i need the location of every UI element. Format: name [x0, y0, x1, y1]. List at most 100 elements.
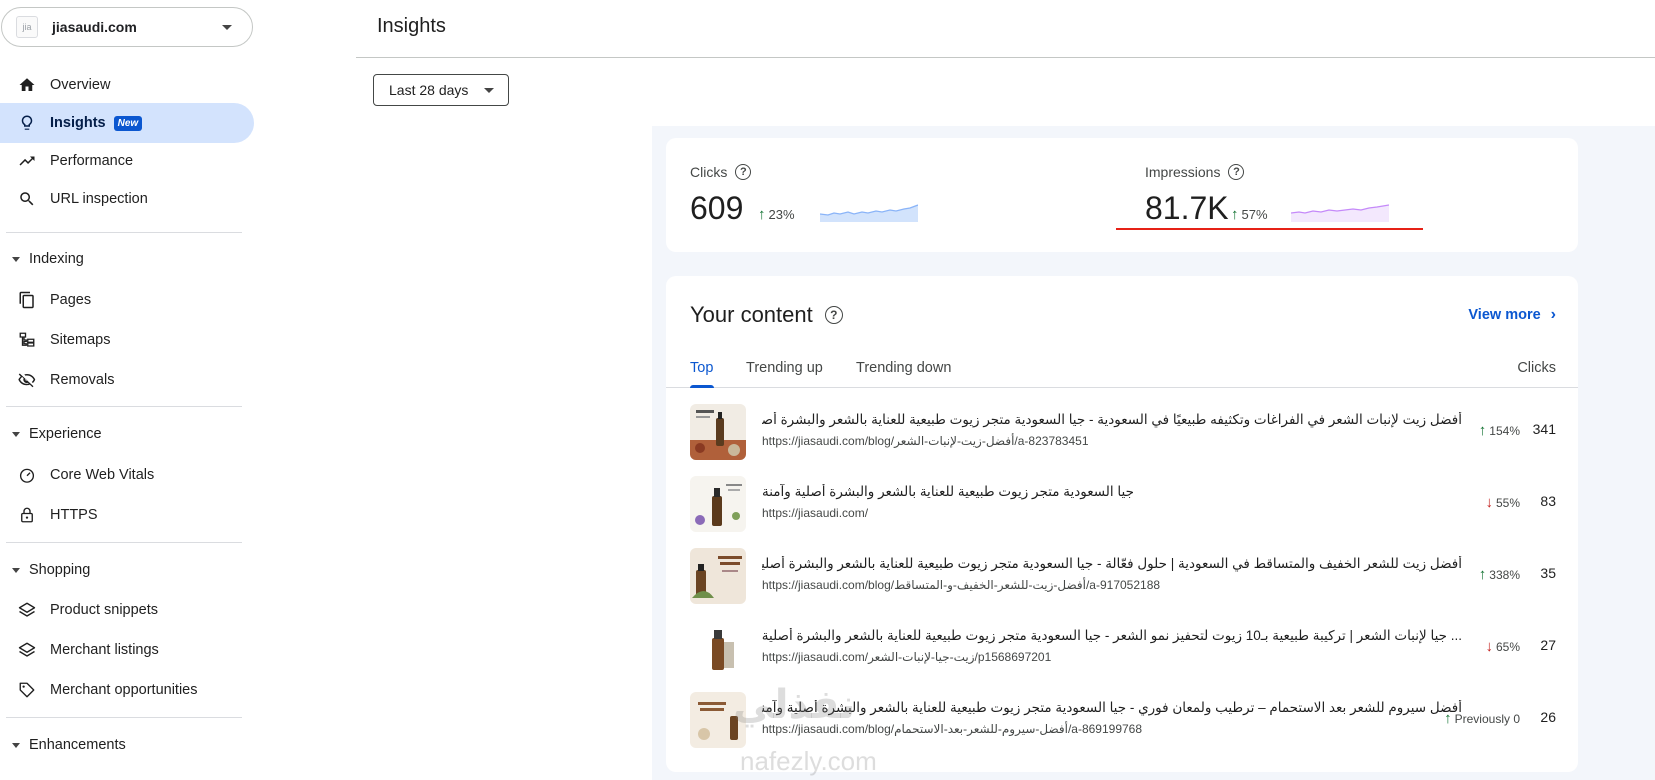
- section-indexing[interactable]: Indexing: [0, 241, 254, 277]
- site-favicon-icon: jia: [16, 16, 38, 38]
- nav-label: Merchant opportunities: [50, 682, 198, 698]
- dropdown-caret-icon: [222, 24, 232, 30]
- sitemap-icon: [17, 330, 37, 350]
- red-annotation-underline: [1116, 228, 1423, 230]
- page-url: https://jiasaudi.com/زيت-جيا-لإنبات-الشع…: [762, 650, 1052, 664]
- tab-trending-down[interactable]: Trending down: [856, 360, 951, 376]
- nav-item-product-snippets[interactable]: Product snippets: [0, 590, 254, 630]
- nav-item-https[interactable]: HTTPS: [0, 495, 254, 535]
- view-more-link[interactable]: View more ›: [1468, 306, 1556, 324]
- new-badge: New: [113, 116, 143, 131]
- page-thumbnail: [690, 548, 746, 604]
- help-icon[interactable]: ?: [735, 164, 752, 180]
- nav-item-removals[interactable]: Removals: [0, 360, 254, 400]
- section-label: Indexing: [29, 251, 84, 267]
- layers-icon: [17, 600, 37, 620]
- nav-item-merchant-listings[interactable]: Merchant listings: [0, 630, 254, 670]
- nav-label: Removals: [50, 372, 115, 388]
- section-experience[interactable]: Experience: [0, 416, 254, 452]
- table-row[interactable]: جيا السعودية متجر زيوت طبيعية للعناية با…: [666, 468, 1578, 540]
- property-selector[interactable]: jia jiasaudi.com: [1, 7, 253, 47]
- section-label: Enhancements: [29, 737, 126, 753]
- help-icon[interactable]: ?: [1228, 164, 1245, 180]
- arrow-down-icon: ↓: [1485, 638, 1493, 655]
- lightbulb-icon: [17, 113, 37, 133]
- watermark-latin: nafezly.com: [740, 746, 877, 776]
- content-tabs: Top Trending up Trending down Clicks: [666, 342, 1578, 388]
- row-change: ↑ 154%: [1478, 422, 1520, 439]
- table-row[interactable]: أفضل زيت للشعر الخفيف والمتساقط في السعو…: [666, 540, 1578, 612]
- nav-label: URL inspection: [50, 191, 148, 207]
- section-shopping[interactable]: Shopping: [0, 552, 254, 588]
- arrow-up-icon: ↑: [1478, 566, 1487, 583]
- metric-label: Clicks: [690, 164, 728, 180]
- watermark-arabic: نفذلي: [733, 683, 856, 727]
- home-icon: [17, 75, 37, 95]
- nav-item-pages[interactable]: Pages: [0, 280, 254, 320]
- nav-item-overview[interactable]: Overview: [0, 65, 254, 105]
- arrow-down-icon: ↓: [1485, 494, 1493, 511]
- metric-value: 609: [690, 190, 744, 226]
- row-change: ↓ 65%: [1485, 638, 1520, 655]
- metric-label: Impressions: [1145, 164, 1221, 180]
- nav-divider: [6, 717, 242, 718]
- metric-value: 81.7K: [1145, 190, 1229, 226]
- page-url: https://jiasaudi.com/: [762, 506, 869, 520]
- nav-divider: [6, 542, 242, 543]
- clicks-metric[interactable]: Clicks? 609 ↑ 23%: [690, 138, 1110, 252]
- clicks-sparkline: [820, 204, 918, 222]
- clicks-column-header: Clicks: [1517, 360, 1556, 376]
- help-icon[interactable]: ?: [824, 306, 843, 324]
- section-label: Experience: [29, 426, 102, 442]
- sidebar: jia jiasaudi.com Overview Insights New Pe…: [0, 0, 254, 780]
- row-change: ↑ 338%: [1478, 566, 1520, 583]
- page-title-text: أفضل زيت للشعر الخفيف والمتساقط في السعو…: [762, 556, 1462, 571]
- nav-label: Overview: [50, 77, 111, 93]
- visibility-off-icon: [17, 370, 37, 390]
- property-name: jiasaudi.com: [52, 19, 137, 35]
- page-thumbnail: [690, 404, 746, 460]
- nav-item-sitemaps[interactable]: Sitemaps: [0, 320, 254, 360]
- trending-up-icon: [17, 151, 37, 171]
- tab-trending-up[interactable]: Trending up: [746, 360, 823, 376]
- nav-divider: [6, 232, 242, 233]
- collapse-triangle-icon: [12, 567, 20, 573]
- nav-item-core-web-vitals[interactable]: Core Web Vitals: [0, 455, 254, 495]
- page-url: https://jiasaudi.com/blog/أفضل-زيت-لإنبا…: [762, 434, 1089, 448]
- nav-item-merchant-opportunities[interactable]: Merchant opportunities: [0, 670, 254, 710]
- metric-change: ↑ 57%: [1231, 206, 1268, 223]
- nav-item-insights[interactable]: Insights New: [0, 103, 254, 143]
- row-clicks: 35: [1540, 565, 1556, 581]
- arrow-up-icon: ↑: [1444, 710, 1452, 727]
- page-title-text: جيا السعودية متجر زيوت طبيعية للعناية با…: [762, 484, 1134, 499]
- nav-label: Merchant listings: [50, 642, 159, 658]
- table-row[interactable]: أفضل زيت لإنبات الشعر في الفراغات وتكثيف…: [666, 396, 1578, 468]
- nav-label: Core Web Vitals: [50, 467, 155, 483]
- collapse-triangle-icon: [12, 431, 20, 437]
- section-enhancements[interactable]: Enhancements: [0, 727, 254, 763]
- row-change: ↓ 55%: [1485, 494, 1520, 511]
- date-range-selector[interactable]: Last 28 days: [373, 74, 509, 106]
- nav-item-performance[interactable]: Performance: [0, 141, 254, 181]
- nav-item-url-inspection[interactable]: URL inspection: [0, 179, 254, 219]
- search-icon: [17, 189, 37, 209]
- speedometer-icon: [17, 465, 37, 485]
- page-title-text: ... جيا لإنبات الشعر | تركيبة طبيعية بـ1…: [762, 628, 1462, 643]
- nav-label: Insights: [50, 115, 106, 131]
- impressions-metric[interactable]: Impressions? 81.7K ↑ 57%: [1145, 138, 1565, 252]
- date-range-label: Last 28 days: [389, 82, 469, 98]
- table-row[interactable]: ... جيا لإنبات الشعر | تركيبة طبيعية بـ1…: [666, 612, 1578, 684]
- dropdown-caret-icon: [484, 87, 494, 93]
- lock-icon: [17, 505, 37, 525]
- page-title: Insights: [377, 15, 446, 37]
- collapse-triangle-icon: [12, 742, 20, 748]
- tab-top[interactable]: Top: [690, 360, 713, 376]
- section-title: Your content: [690, 302, 813, 327]
- page-title-text: أفضل سيروم للشعر بعد الاستحمام – ترطيب و…: [762, 700, 1462, 715]
- row-clicks: 26: [1540, 709, 1556, 725]
- metrics-card: Clicks? 609 ↑ 23% Impressions? 81.7K ↑ 57%: [666, 138, 1578, 252]
- tag-icon: [17, 680, 37, 700]
- header-divider: [356, 57, 1655, 58]
- collapse-triangle-icon: [12, 256, 20, 262]
- nav-label: Sitemaps: [50, 332, 111, 348]
